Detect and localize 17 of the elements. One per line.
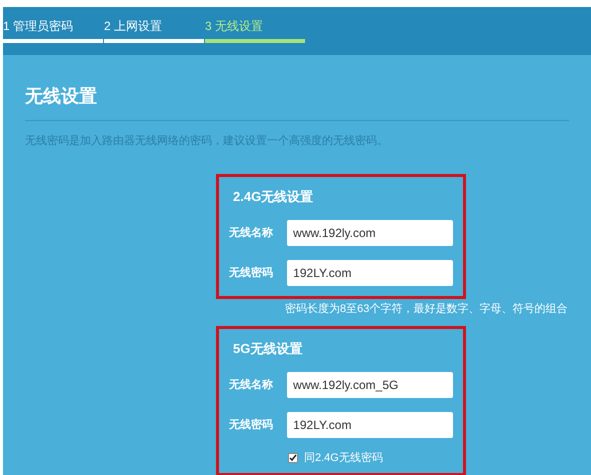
- page-title: 无线设置: [25, 55, 569, 121]
- checkmark-icon: [289, 454, 297, 462]
- input-field[interactable]: 192LY.com: [287, 412, 453, 438]
- input-field[interactable]: www.192ly.com_5G: [287, 372, 453, 398]
- section-heading: 2.4G无线设置: [232, 188, 314, 206]
- checkbox[interactable]: [288, 453, 298, 464]
- field-label: 无线密码: [229, 418, 274, 433]
- field-label: 无线名称: [229, 226, 274, 241]
- checkbox-label: 同2.4G无线密码: [304, 450, 383, 466]
- hint-text: 密码长度为8至63个字符，最好是数字、字母、符号的组合: [285, 302, 568, 317]
- section-heading: 5G无线设置: [232, 340, 304, 358]
- input-field[interactable]: 192LY.com: [287, 260, 453, 286]
- field-label: 无线密码: [229, 266, 274, 281]
- field-label: 无线名称: [229, 378, 274, 393]
- step-tab[interactable]: 1 管理员密码: [3, 17, 103, 43]
- step-tab[interactable]: 2 上网设置: [104, 17, 204, 43]
- input-field[interactable]: www.192ly.com: [287, 220, 453, 246]
